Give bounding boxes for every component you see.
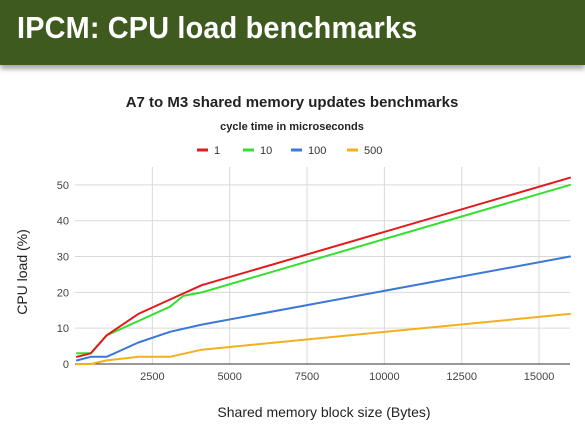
x-tick-label: 12500 <box>446 371 477 383</box>
legend-label-10: 10 <box>260 145 272 157</box>
legend-label-1: 1 <box>214 145 220 157</box>
y-tick-label: 30 <box>57 252 69 264</box>
y-tick-label: 10 <box>57 323 69 335</box>
chart-legend: 1 10 100 500 <box>197 145 382 157</box>
line-chart: A7 to M3 shared memory updates benchmark… <box>14 94 571 420</box>
y-tick-label: 40 <box>57 216 69 228</box>
x-tick-label: 15000 <box>524 371 555 383</box>
x-tick-label: 5000 <box>217 371 241 383</box>
chart-subtitle: cycle time in microseconds <box>220 121 364 133</box>
x-axis-label: Shared memory block size (Bytes) <box>217 404 430 420</box>
y-tick-label: 0 <box>63 359 69 371</box>
chart-title: A7 to M3 shared memory updates benchmark… <box>126 94 459 111</box>
x-tick-label: 10000 <box>369 371 400 383</box>
chart-gridlines <box>75 167 570 364</box>
y-axis-label: CPU load (%) <box>14 229 30 315</box>
y-tick-label: 20 <box>57 287 69 299</box>
y-tick-label: 50 <box>57 180 69 192</box>
series-line-1 <box>76 176 571 358</box>
x-tick-label: 2500 <box>140 371 164 383</box>
legend-label-100: 100 <box>308 145 326 157</box>
x-tick-label: 7500 <box>295 371 319 383</box>
legend-label-500: 500 <box>364 145 382 157</box>
chart-series-lines <box>76 176 571 365</box>
